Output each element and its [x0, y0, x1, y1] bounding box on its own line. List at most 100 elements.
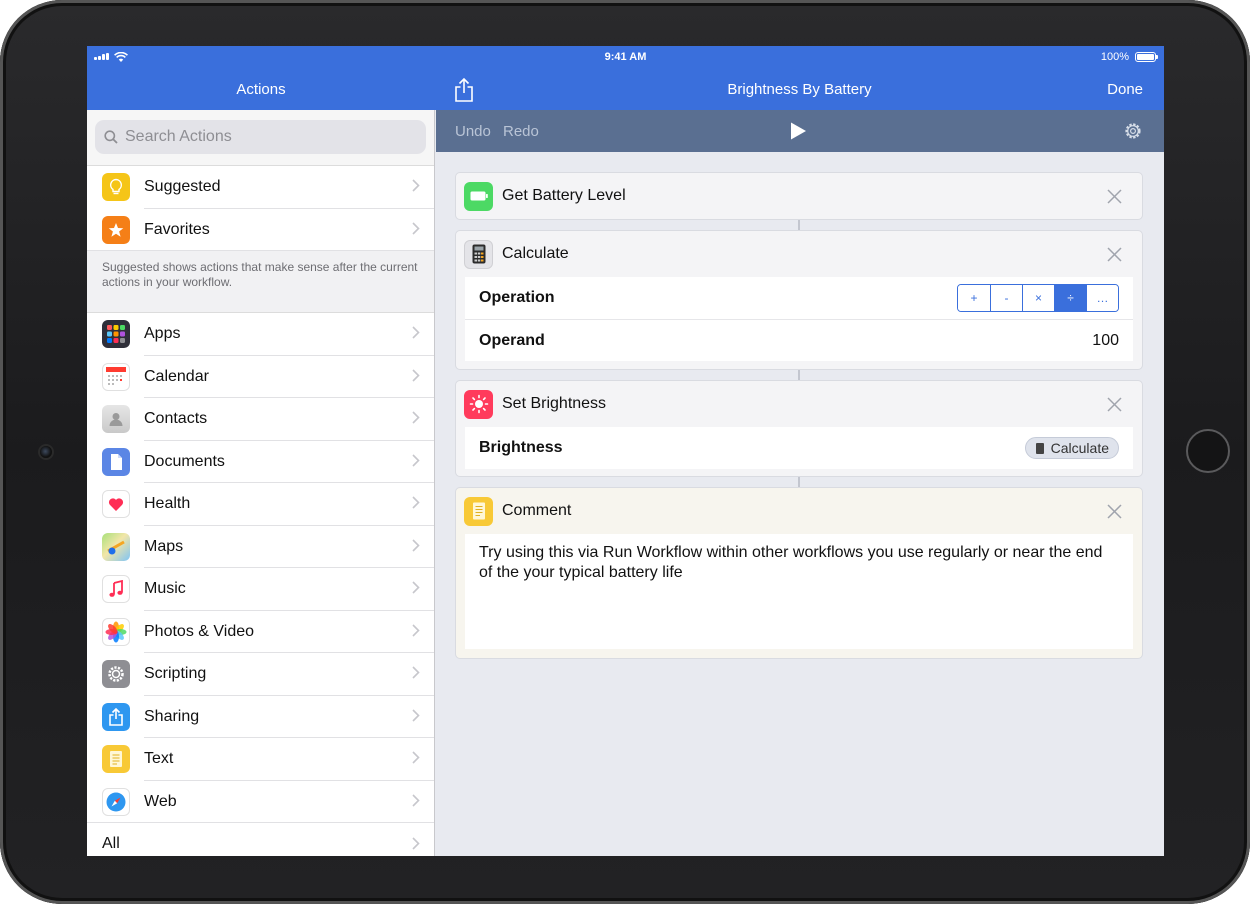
star-icon: [102, 215, 130, 244]
action-title: Set Brightness: [502, 395, 607, 412]
status-battery-icon: [1135, 52, 1158, 62]
chevron-right-icon: [412, 538, 420, 552]
battery-icon: [464, 181, 493, 211]
maps-icon: [102, 532, 130, 561]
sidebar-item-contacts[interactable]: Contacts: [87, 398, 434, 441]
chevron-right-icon: [412, 368, 420, 382]
lightbulb-icon: [102, 173, 130, 202]
sidebar-item-web[interactable]: Web: [87, 781, 434, 824]
calendar-icon: [102, 362, 130, 391]
action-title: Comment: [502, 502, 572, 519]
sidebar-item-label: Web: [144, 792, 177, 810]
action-title: Calculate: [502, 245, 569, 262]
undo-button[interactable]: Undo: [455, 123, 491, 140]
sidebar-item-apps[interactable]: Apps: [87, 313, 434, 356]
operation-subtract-segment[interactable]: -: [990, 285, 1022, 311]
chevron-right-icon: [412, 179, 420, 192]
sidebar-item-label: Favorites: [144, 220, 210, 238]
sidebar-item-label: Music: [144, 580, 186, 598]
scripting-gear-icon: [102, 660, 130, 689]
action-set-brightness[interactable]: Set Brightness Brightness Calculate: [455, 380, 1143, 477]
photos-icon: [102, 617, 130, 646]
sidebar-item-all[interactable]: All: [87, 823, 434, 856]
actions-sidebar: Suggested Favorites Suggested shows acti…: [87, 110, 435, 856]
music-note-icon: [102, 575, 130, 604]
sidebar-item-scripting[interactable]: Scripting: [87, 653, 434, 696]
sidebar-item-music[interactable]: Music: [87, 568, 434, 611]
sidebar-item-sharing[interactable]: Sharing: [87, 696, 434, 739]
sidebar-item-documents[interactable]: Documents: [87, 441, 434, 484]
sidebar-item-label: Calendar: [144, 367, 209, 385]
text-notepad-icon: [102, 745, 130, 774]
sidebar-item-label: Apps: [144, 325, 181, 343]
editor-toolbar: Undo Redo: [436, 110, 1164, 152]
action-connector: [798, 477, 800, 487]
sidebar-item-label: Health: [144, 495, 191, 513]
play-icon[interactable]: [788, 121, 808, 141]
action-comment[interactable]: Comment Try using this via Run Workflow …: [455, 487, 1143, 659]
calculator-icon: [1035, 442, 1044, 454]
sidebar-item-label: Documents: [144, 452, 225, 470]
close-icon[interactable]: [1107, 247, 1122, 262]
chevron-right-icon: [412, 623, 420, 637]
action-header: Calculate: [456, 231, 1142, 277]
apps-grid-icon: [102, 320, 130, 349]
search-field[interactable]: [95, 120, 426, 154]
navigation-bar: 9:41 AM 100% Actions Brightness By Batte…: [87, 46, 1164, 110]
param-brightness: Brightness Calculate: [465, 427, 1133, 469]
workflow-title: Brightness By Battery: [727, 81, 872, 98]
close-icon[interactable]: [1107, 189, 1122, 204]
operation-divide-segment[interactable]: ÷: [1054, 285, 1086, 311]
sidebar-item-suggested[interactable]: Suggested: [87, 166, 434, 209]
chevron-right-icon: [412, 666, 420, 679]
screen: 9:41 AM 100% Actions Brightness By Batte…: [87, 46, 1164, 856]
status-bar: 9:41 AM 100%: [87, 46, 1164, 68]
actions-panel-title: Actions: [236, 81, 286, 98]
action-get-battery-level[interactable]: Get Battery Level: [455, 172, 1143, 220]
chevron-right-icon: [412, 793, 420, 807]
sidebar-item-health[interactable]: Health: [87, 483, 434, 526]
action-header: Comment: [456, 488, 1142, 534]
param-operand[interactable]: Operand 100: [465, 319, 1133, 361]
action-header: Set Brightness: [456, 381, 1142, 427]
workflow-editor: Undo Redo Get Battery Level Calculate Op…: [436, 110, 1164, 856]
operation-multiply-segment[interactable]: ×: [1022, 285, 1054, 311]
sidebar-item-text[interactable]: Text: [87, 738, 434, 781]
sidebar-item-label: Photos & Video: [144, 622, 255, 640]
magic-variable-token[interactable]: Calculate: [1024, 437, 1119, 459]
gear-icon[interactable]: [1123, 121, 1143, 141]
suggested-hint-text: Suggested shows actions that make sense …: [87, 251, 434, 313]
redo-button[interactable]: Redo: [503, 123, 539, 140]
chevron-right-icon: [412, 581, 420, 594]
calculator-icon: [464, 239, 493, 269]
brightness-sun-icon: [464, 389, 493, 419]
search-input[interactable]: [125, 128, 385, 146]
token-label: Calculate: [1050, 440, 1109, 456]
operation-more-segment[interactable]: …: [1086, 285, 1118, 311]
chevron-right-icon: [412, 411, 420, 424]
action-calculate[interactable]: Calculate Operation + - × ÷ … Operand 10…: [455, 230, 1143, 370]
sidebar-item-photos-video[interactable]: Photos & Video: [87, 611, 434, 654]
operation-segmented-control[interactable]: + - × ÷ …: [957, 284, 1119, 312]
documents-icon: [102, 447, 130, 476]
close-icon[interactable]: [1107, 397, 1122, 412]
comment-text-area[interactable]: Try using this via Run Workflow within o…: [465, 534, 1133, 649]
battery-percentage: 100%: [1100, 51, 1129, 63]
chevron-right-icon: [412, 837, 420, 850]
close-icon[interactable]: [1107, 504, 1122, 519]
home-button[interactable]: [1186, 429, 1230, 473]
chevron-right-icon: [412, 221, 420, 235]
param-label: Operand: [479, 331, 545, 349]
chevron-right-icon: [412, 326, 420, 339]
chevron-right-icon: [412, 751, 420, 764]
heart-icon: [102, 490, 130, 519]
comment-notepad-icon: [464, 496, 493, 526]
sidebar-item-favorites[interactable]: Favorites: [87, 209, 434, 252]
search-bar: [87, 110, 434, 166]
chevron-right-icon: [412, 496, 420, 509]
operation-add-segment[interactable]: +: [958, 285, 990, 311]
done-button[interactable]: Done: [1107, 81, 1143, 98]
operand-value-field[interactable]: 100: [1092, 332, 1119, 350]
sidebar-item-maps[interactable]: Maps: [87, 526, 434, 569]
sidebar-item-calendar[interactable]: Calendar: [87, 356, 434, 399]
